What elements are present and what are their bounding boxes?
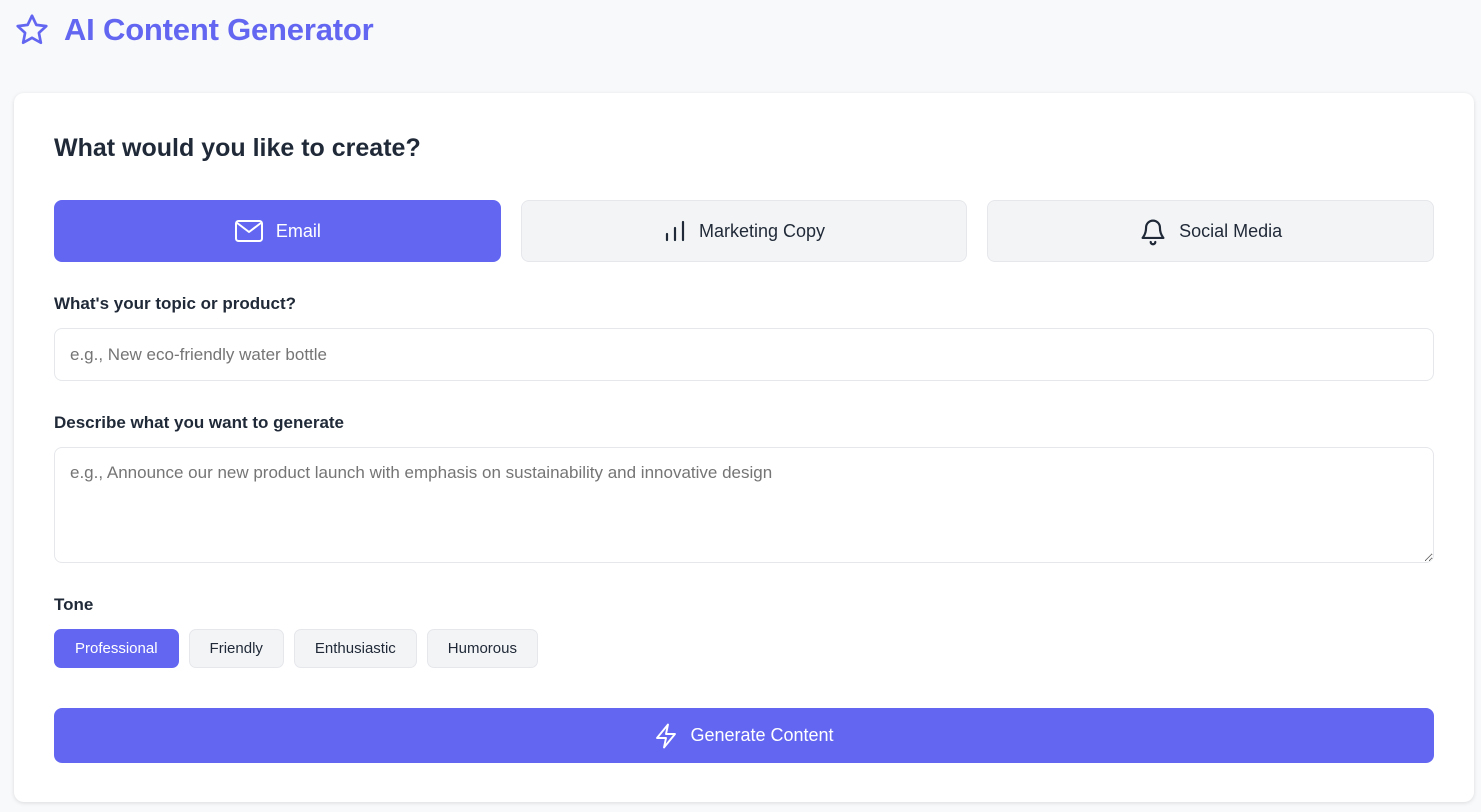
description-label: Describe what you want to generate <box>54 413 345 432</box>
content-type-email-label: Email <box>275 220 321 241</box>
content-type-email-button[interactable]: Email <box>54 200 501 262</box>
section-title: What would you like to create? <box>54 134 421 162</box>
tone-humorous-button[interactable]: Humorous <box>426 629 538 668</box>
tone-friendly-button[interactable]: Friendly <box>188 629 284 668</box>
generate-content-label: Generate Content <box>690 725 834 745</box>
tone-enthusiastic-button[interactable]: Enthusiastic <box>293 629 417 668</box>
description-textarea[interactable] <box>54 447 1434 563</box>
tone-professional-button[interactable]: Professional <box>54 629 179 668</box>
tone-selector: Professional Friendly Enthusiastic Humor… <box>54 629 538 668</box>
content-type-marketing-button[interactable]: Marketing Copy <box>520 200 968 262</box>
lightning-icon <box>654 723 678 749</box>
generator-card: What would you like to create? Email Mar… <box>14 93 1474 802</box>
content-type-selector: Email Marketing Copy Social Media <box>54 200 1435 262</box>
app-title: AI Content Generator <box>64 12 374 47</box>
generate-content-button[interactable]: Generate Content <box>54 708 1434 763</box>
app-header: AI Content Generator <box>14 10 374 50</box>
bell-icon <box>1139 216 1167 246</box>
content-type-marketing-label: Marketing Copy <box>698 220 826 241</box>
content-type-social-button[interactable]: Social Media <box>987 200 1435 262</box>
topic-input[interactable] <box>54 328 1434 381</box>
bar-chart-icon <box>663 219 687 243</box>
mail-icon <box>234 219 264 243</box>
star-icon <box>14 12 50 48</box>
tone-label: Tone <box>54 595 94 614</box>
content-type-social-label: Social Media <box>1179 220 1283 241</box>
topic-label: What's your topic or product? <box>54 294 297 313</box>
